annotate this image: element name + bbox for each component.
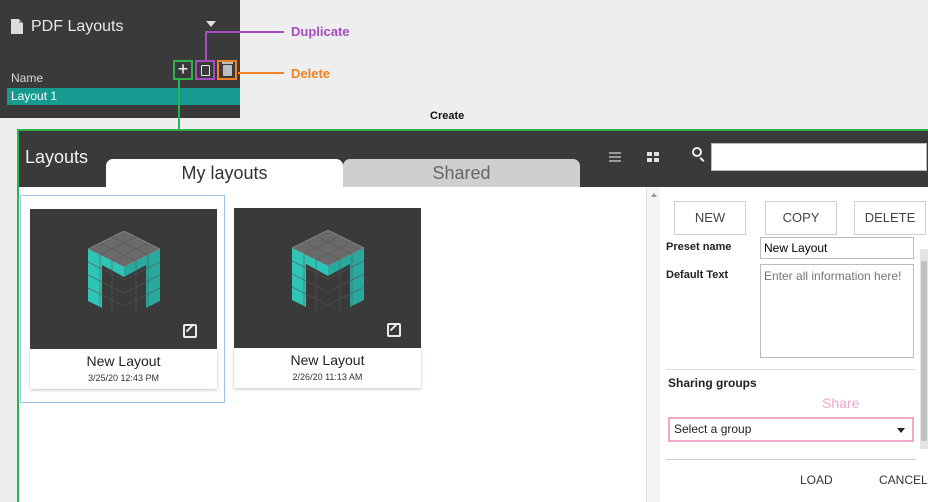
dialog-title: Layouts [25,147,89,167]
layout-card-date: 2/26/20 11:13 AM [292,372,363,382]
delete-button[interactable] [217,60,237,80]
create-callout-line [178,80,180,130]
preset-name-input[interactable] [760,237,914,259]
duplicate-callout-line [205,31,207,60]
sharing-groups-label: Sharing groups [668,376,757,390]
app-logo-icon [292,230,364,320]
search-input[interactable] [711,143,927,171]
delete-callout-label: Delete [291,66,331,81]
app-logo-icon [88,231,160,321]
scroll-up-icon[interactable] [651,193,657,197]
create-callout-label: Create [430,110,465,122]
grid-scrollbar[interactable] [646,187,660,502]
trash-icon [222,62,233,76]
layout-card-date: 3/25/20 12:43 PM [87,373,160,383]
sharing-group-select[interactable]: Select a group [668,417,914,442]
layout-card[interactable]: New Layout 2/26/20 11:13 AM [225,195,430,403]
default-text-field[interactable] [760,264,914,358]
sharing-group-select-value: Select a group [674,422,752,436]
layout-details-panel: NEW COPY DELETE Preset name Default Text… [660,187,928,502]
layout-card-name: New Layout [86,353,161,369]
duplicate-callout-label: Duplicate [291,24,350,39]
tab-my-layouts[interactable]: My layouts [106,159,343,187]
share-link[interactable]: Share [822,395,859,411]
grid-view-icon[interactable] [647,152,659,162]
chevron-down-icon[interactable] [206,21,216,27]
duplicate-button[interactable] [195,60,215,80]
divider [666,369,916,370]
layout-card-info: New Layout 2/26/20 11:13 AM [234,348,421,388]
duplicate-icon [201,65,210,76]
name-column-header: Name [11,71,44,85]
dialog-header: Layouts My layouts Shared [19,131,928,187]
create-button[interactable]: + [173,60,193,80]
delete-callout-line [238,72,284,74]
list-view-icon[interactable] [609,152,621,162]
layout-thumbnail[interactable] [234,208,421,348]
search-icon [692,147,702,157]
layout-card-name: New Layout [290,352,365,368]
load-button[interactable]: LOAD [800,473,833,487]
pdf-layouts-panel: PDF Layouts Name + Layout 1 [0,0,240,118]
layout-card-info: New Layout 3/25/20 12:43 PM [30,349,217,389]
tab-shared[interactable]: Shared [343,159,580,187]
side-panel-scrollbar[interactable] [920,249,928,449]
delete-layout-button[interactable]: DELETE [854,201,926,235]
dropdown-caret-icon [897,428,905,433]
panel-title: PDF Layouts [31,18,124,35]
layout-list-item[interactable]: Layout 1 [7,88,240,105]
layouts-dialog: Layouts My layouts Shared New Layout 3/2… [19,131,928,502]
layout-card[interactable]: New Layout 3/25/20 12:43 PM [20,195,225,403]
cancel-button[interactable]: CANCEL [879,473,928,487]
preset-name-label: Preset name [666,241,732,253]
duplicate-callout-line [205,31,284,33]
layout-grid: New Layout 3/25/20 12:43 PM New Layout 2… [19,187,646,502]
layout-thumbnail[interactable] [30,209,217,349]
default-text-label: Default Text [666,269,729,281]
open-external-icon[interactable] [183,324,197,338]
copy-button[interactable]: COPY [765,201,837,235]
open-external-icon[interactable] [387,323,401,337]
divider [666,459,916,460]
new-button[interactable]: NEW [674,201,746,235]
document-icon [11,19,23,34]
